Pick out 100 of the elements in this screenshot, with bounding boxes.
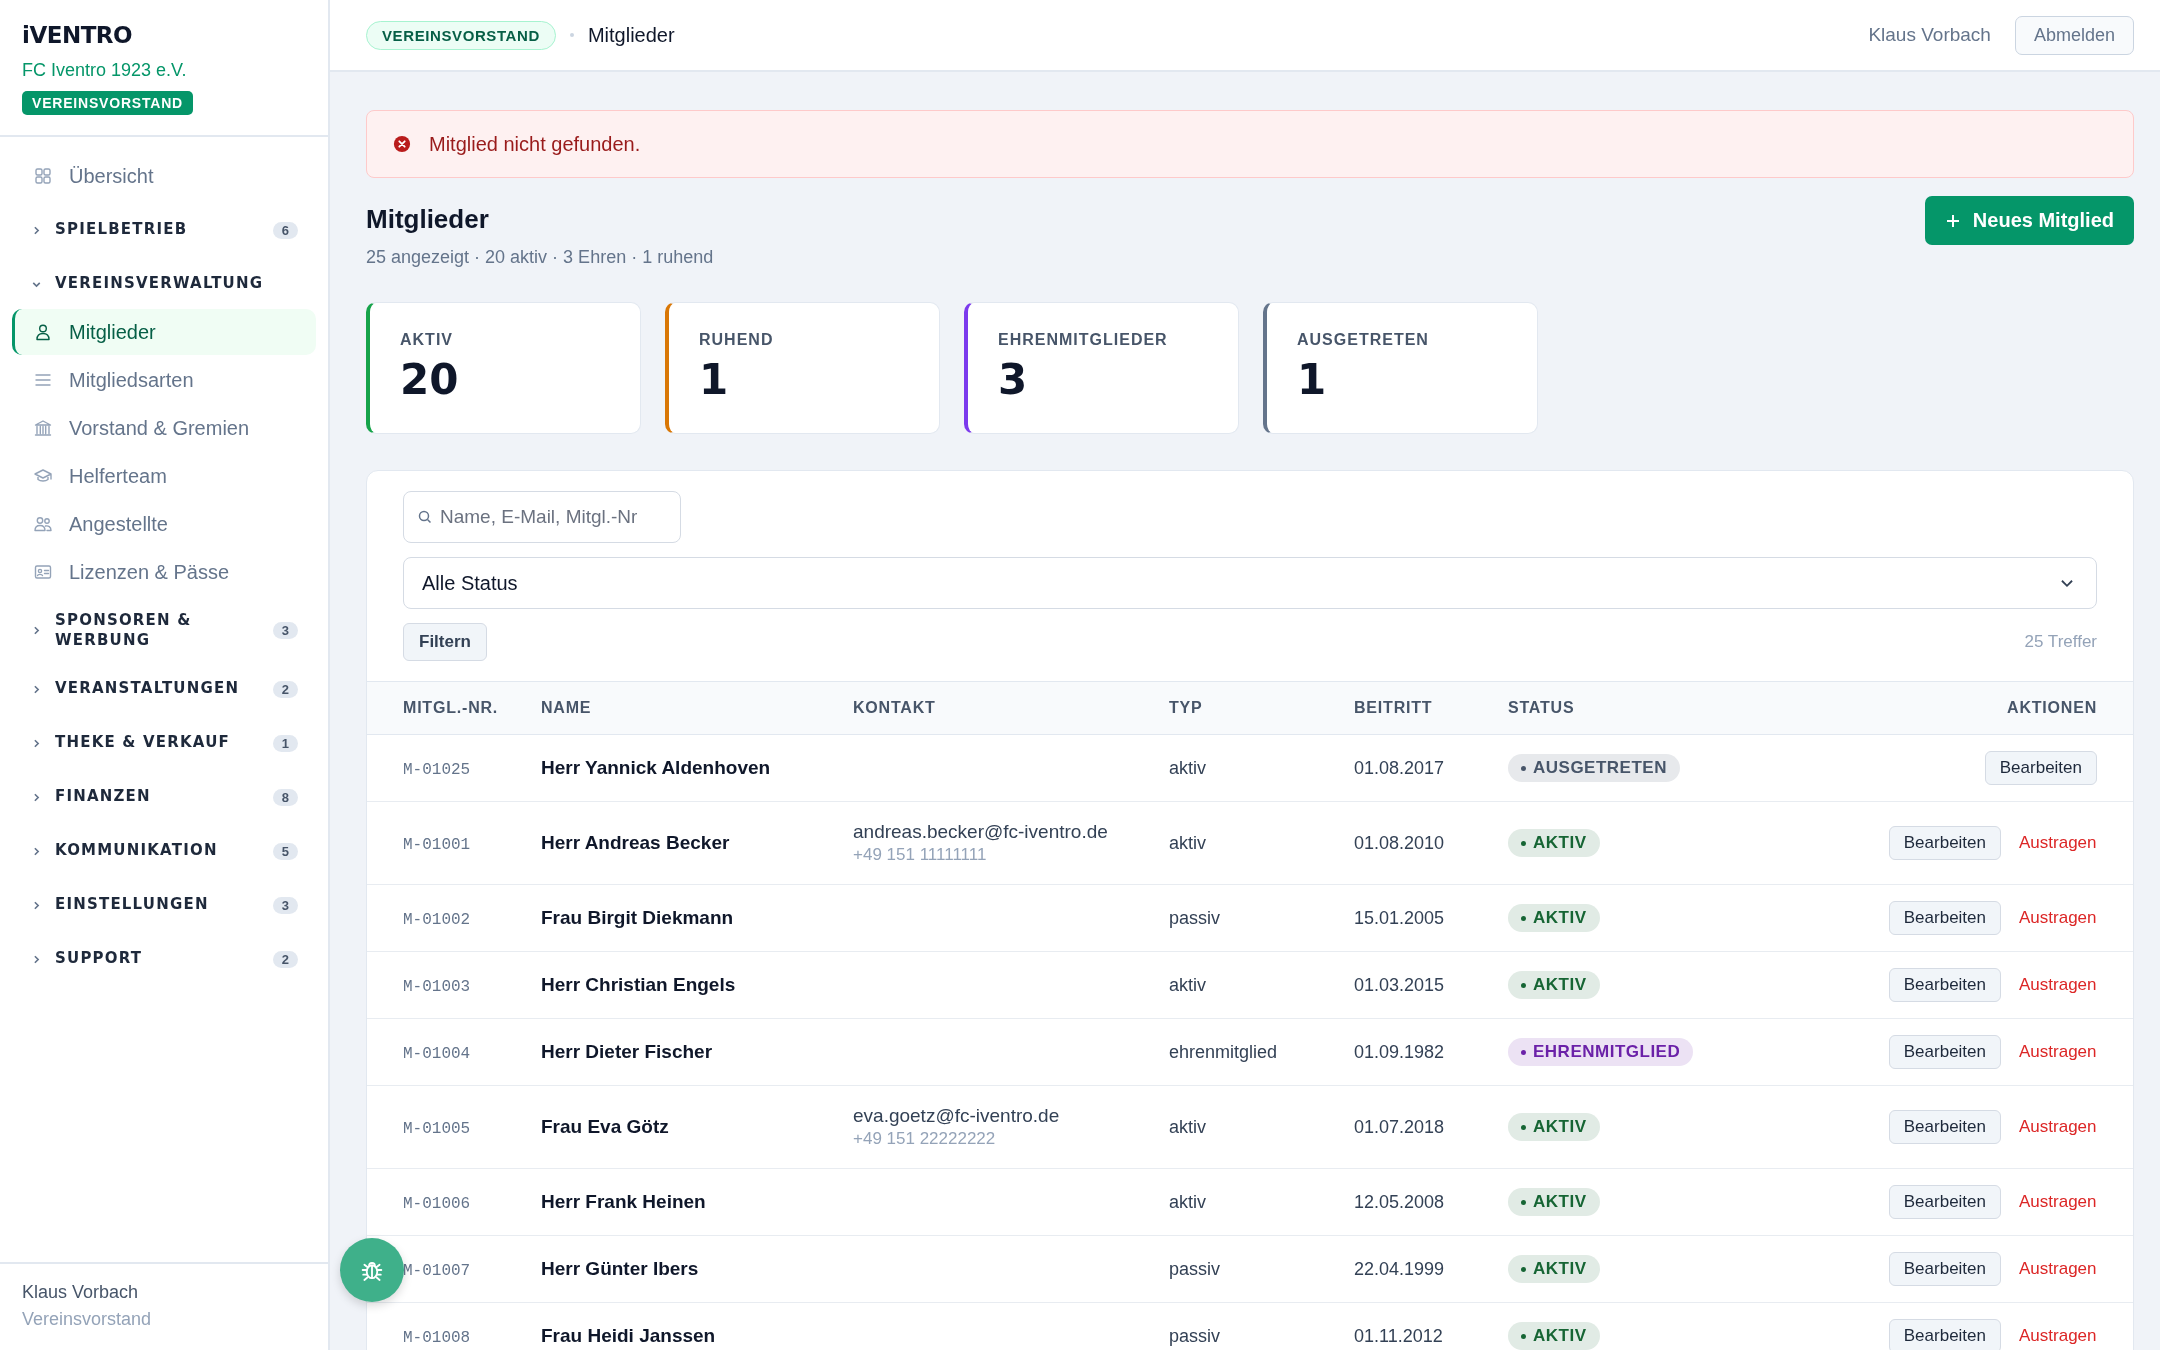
edit-button[interactable]: Bearbeiten xyxy=(1888,968,2001,1002)
nav-group[interactable]: SPIELBETRIEB 6 xyxy=(12,207,316,253)
status-badge: AKTIV xyxy=(1508,971,1600,999)
nav-item[interactable]: Mitglieder xyxy=(12,309,316,355)
nav-group[interactable]: THEKE & VERKAUF 1 xyxy=(12,720,316,766)
member-id: M-01007 xyxy=(403,1261,471,1280)
edit-button[interactable]: Bearbeiten xyxy=(1888,826,2001,860)
nav-item[interactable]: Lizenzen & Pässe xyxy=(12,549,316,595)
edit-button[interactable]: Bearbeiten xyxy=(1888,1110,2001,1144)
remove-link[interactable]: Austragen xyxy=(2019,1117,2097,1137)
nav-group[interactable]: VEREINSVERWALTUNG xyxy=(12,261,316,307)
member-type: aktiv xyxy=(1169,757,1206,778)
member-type: passiv xyxy=(1169,1325,1221,1346)
count-badge: 6 xyxy=(272,221,298,239)
page-title: Mitglieder xyxy=(366,204,490,235)
column-header: KONTAKT xyxy=(852,681,1168,735)
nav-group[interactable]: KOMMUNIKATION 5 xyxy=(12,828,316,874)
stat-label: RUHEND xyxy=(699,331,775,349)
member-id: M-01002 xyxy=(403,910,471,929)
nav-group[interactable]: EINSTELLUNGEN 3 xyxy=(12,882,316,928)
remove-link[interactable]: Austragen xyxy=(2019,1326,2097,1346)
status-badge: AKTIV xyxy=(1508,1188,1600,1216)
column-header: MITGL.-NR. xyxy=(367,681,540,735)
column-header: AKTIONEN xyxy=(1778,681,2133,735)
logout-button[interactable]: Abmelden xyxy=(2014,15,2134,55)
breadcrumb-badge: VEREINSVORSTAND xyxy=(366,20,556,50)
member-name: Herr Dieter Fischer xyxy=(541,1041,713,1062)
remove-link[interactable]: Austragen xyxy=(2019,1042,2097,1062)
edit-button[interactable]: Bearbeiten xyxy=(1888,1035,2001,1069)
bug-report-button[interactable] xyxy=(340,1238,404,1302)
member-email: andreas.becker@fc-iventro.de xyxy=(853,821,1109,843)
member-type: aktiv xyxy=(1169,1116,1206,1137)
page-subtitle: 25 angezeigt · 20 aktiv · 3 Ehren · 1 ruhend xyxy=(366,247,714,268)
join-date: 01.11.2012 xyxy=(1354,1325,1443,1346)
count-badge: 3 xyxy=(272,622,298,639)
user-role: Vereinsvorstand xyxy=(22,1309,153,1330)
stat-label: AKTIV xyxy=(400,331,454,349)
new-member-button[interactable]: Neues Mitglied xyxy=(1924,196,2134,245)
nav-group[interactable]: VERANSTALTUNGEN 2 xyxy=(12,666,316,712)
join-date: 01.09.1982 xyxy=(1354,1041,1445,1062)
club-name: FC Iventro 1923 e.V. xyxy=(22,60,188,81)
nav-item[interactable]: Angestellte xyxy=(12,501,316,547)
member-type: aktiv xyxy=(1169,832,1206,853)
member-name: Herr Yannick Aldenhoven xyxy=(541,757,771,778)
breadcrumb-current: Mitglieder xyxy=(587,23,675,47)
nav-item[interactable]: Übersicht xyxy=(12,153,316,199)
column-header: STATUS xyxy=(1507,681,1778,735)
member-id: M-01008 xyxy=(403,1328,471,1347)
edit-button[interactable]: Bearbeiten xyxy=(1888,1252,2001,1286)
member-name: Herr Christian Engels xyxy=(541,974,736,995)
member-phone: +49 151 22222222 xyxy=(853,1129,997,1149)
member-phone: +49 151 11111111 xyxy=(853,845,988,865)
column-header: BEITRITT xyxy=(1353,681,1507,735)
member-email: eva.goetz@fc-iventro.de xyxy=(853,1105,1061,1127)
count-badge: 2 xyxy=(272,680,298,698)
stat-value: 1 xyxy=(1297,355,1328,404)
count-badge: 8 xyxy=(272,788,298,806)
nav-item[interactable]: Helferteam xyxy=(12,453,316,499)
grid-icon xyxy=(33,166,53,186)
column-header: TYP xyxy=(1168,681,1353,735)
status-select[interactable]: Alle Status xyxy=(403,557,2097,609)
nav-group[interactable]: SUPPORT 2 xyxy=(12,936,316,982)
member-name: Frau Birgit Diekmann xyxy=(541,907,734,928)
remove-link[interactable]: Austragen xyxy=(2019,1259,2097,1279)
edit-button[interactable]: Bearbeiten xyxy=(1888,1319,2001,1350)
user-name: Klaus Vorbach xyxy=(1868,24,1991,46)
nav-group[interactable]: FINANZEN 8 xyxy=(12,774,316,820)
filter-button[interactable]: Filtern xyxy=(403,623,487,661)
remove-link[interactable]: Austragen xyxy=(2019,1192,2097,1212)
bank-icon xyxy=(33,418,53,438)
separator-dot xyxy=(569,33,574,37)
member-id: M-01005 xyxy=(403,1119,471,1138)
member-id: M-01004 xyxy=(403,1044,471,1063)
nav-item[interactable]: Vorstand & Gremien xyxy=(12,405,316,451)
status-badge: AKTIV xyxy=(1508,1113,1600,1141)
join-date: 01.03.2015 xyxy=(1354,974,1445,995)
remove-link[interactable]: Austragen xyxy=(2019,908,2097,928)
count-badge: 2 xyxy=(272,950,298,968)
join-date: 01.07.2018 xyxy=(1354,1116,1445,1137)
status-badge: AKTIV xyxy=(1508,829,1600,857)
nav-item[interactable]: Mitgliedsarten xyxy=(12,357,316,403)
member-name: Herr Frank Heinen xyxy=(541,1191,706,1212)
member-name: Herr Andreas Becker xyxy=(541,832,730,853)
edit-button[interactable]: Bearbeiten xyxy=(1888,901,2001,935)
member-name: Frau Eva Götz xyxy=(541,1116,669,1137)
remove-link[interactable]: Austragen xyxy=(2019,833,2097,853)
status-badge: AKTIV xyxy=(1508,904,1600,932)
edit-button[interactable]: Bearbeiten xyxy=(1984,751,2097,785)
plus-icon xyxy=(1944,212,1961,229)
search-field[interactable]: Name, E-Mail, Mitgl.-Nr xyxy=(403,491,681,543)
nav-group[interactable]: SPONSOREN & WERBUNG 3 xyxy=(12,603,316,658)
member-id: M-01003 xyxy=(403,977,471,996)
role-badge: VEREINSVORSTAND xyxy=(22,91,193,115)
edit-button[interactable]: Bearbeiten xyxy=(1888,1185,2001,1219)
member-type: aktiv xyxy=(1169,1191,1206,1212)
member-id: M-01025 xyxy=(403,760,471,779)
member-name: Frau Heidi Janssen xyxy=(541,1325,716,1346)
status-badge: AKTIV xyxy=(1508,1322,1600,1350)
member-id: M-01006 xyxy=(403,1194,471,1213)
remove-link[interactable]: Austragen xyxy=(2019,975,2097,995)
